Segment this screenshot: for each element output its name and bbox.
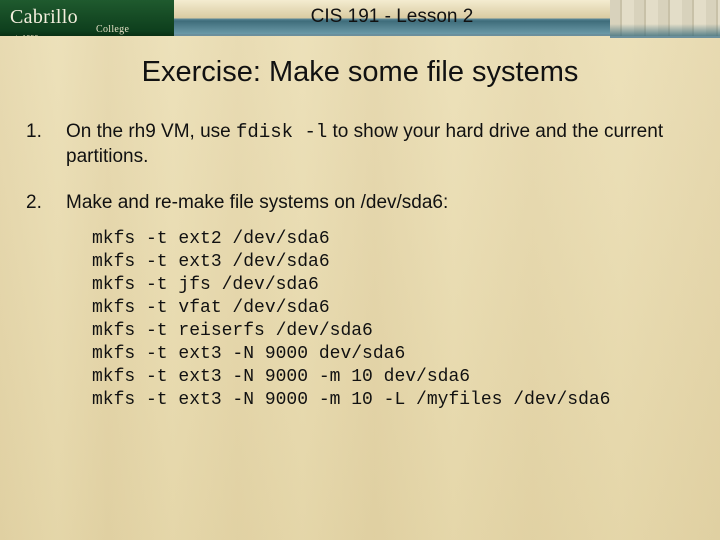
slide-body: 1. On the rh9 VM, use fdisk -l to show y…: [26, 120, 694, 435]
slide: Cabrillo College est. 1959 CIS 191 - Les…: [0, 0, 720, 540]
banner: Cabrillo College est. 1959 CIS 191 - Les…: [0, 0, 720, 36]
list-item-2: 2. Make and re-make file systems on /dev…: [26, 191, 694, 413]
text-frag: Make and re-make file systems on /dev/sd…: [66, 192, 448, 213]
inline-code: fdisk -l: [236, 121, 327, 143]
item-text: Make and re-make file systems on /dev/sd…: [66, 191, 694, 413]
logo-sub: College: [96, 13, 129, 36]
banner-mid: CIS 191 - Lesson 2: [174, 0, 610, 36]
item-number: 2.: [26, 191, 66, 413]
slide-heading: Exercise: Make some file systems: [0, 56, 720, 89]
list-item-1: 1. On the rh9 VM, use fdisk -l to show y…: [26, 120, 694, 169]
banner-photo: [610, 0, 720, 38]
lesson-title: CIS 191 - Lesson 2: [311, 6, 474, 29]
code-block: mkfs -t ext2 /dev/sda6 mkfs -t ext3 /dev…: [92, 228, 694, 412]
item-text: On the rh9 VM, use fdisk -l to show your…: [66, 120, 694, 169]
logo-est: est. 1959: [8, 22, 39, 36]
college-logo: Cabrillo College est. 1959: [0, 0, 174, 36]
text-frag: On the rh9 VM, use: [66, 121, 236, 142]
item-number: 1.: [26, 120, 66, 169]
